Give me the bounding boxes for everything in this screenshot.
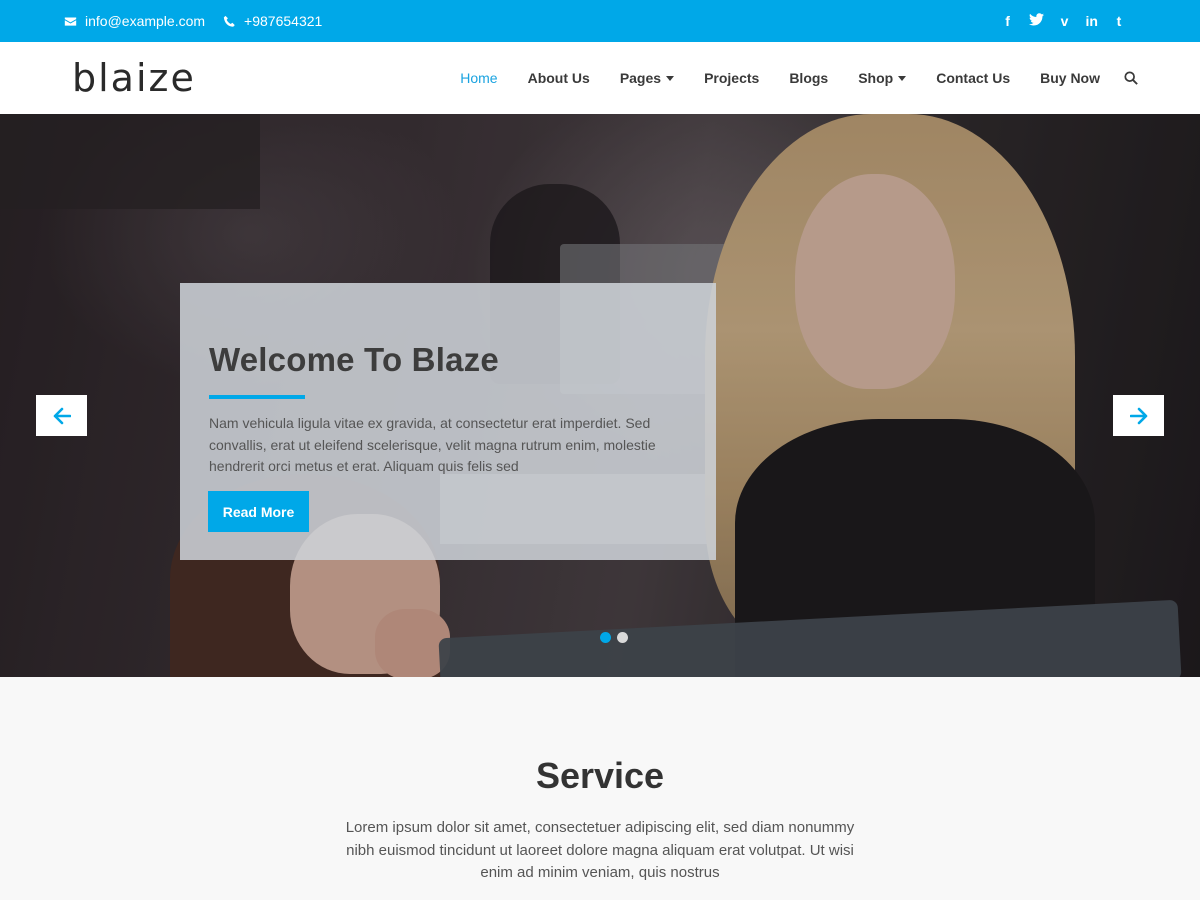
slide-caption: Welcome To Blaze Nam vehicula ligula vit… <box>180 283 716 560</box>
nav-pages[interactable]: Pages <box>619 70 675 86</box>
nav-contact-us[interactable]: Contact Us <box>936 70 1010 86</box>
social-links: f v in t <box>1003 0 1124 42</box>
email-text: info@example.com <box>85 13 206 29</box>
caret-down-icon <box>666 76 675 81</box>
service-heading: Service <box>535 755 665 796</box>
read-more-button[interactable]: Read More <box>208 491 309 532</box>
contact-info: info@example.com +987654321 <box>64 0 322 42</box>
tumblr-icon[interactable]: t <box>1114 13 1124 29</box>
nav-about-us-label: About Us <box>527 70 590 86</box>
phone-text: +987654321 <box>244 13 323 29</box>
phone-icon <box>223 15 235 27</box>
title-underline <box>209 395 305 399</box>
slider-dot-2[interactable] <box>617 632 628 643</box>
vimeo-icon[interactable]: v <box>1060 13 1070 29</box>
nav-home[interactable]: Home <box>460 70 497 86</box>
site-logo[interactable]: blaize <box>72 54 238 104</box>
nav-projects[interactable]: Projects <box>704 70 759 86</box>
phone-contact[interactable]: +987654321 <box>223 13 322 29</box>
nav-buy-now-label: Buy Now <box>1040 70 1100 86</box>
caret-down-icon <box>898 76 907 81</box>
nav-shop[interactable]: Shop <box>858 70 907 86</box>
logo-wordmark: blaize <box>72 59 196 99</box>
facebook-icon[interactable]: f <box>1003 13 1013 29</box>
prev-slide-button[interactable] <box>36 395 87 436</box>
logo-text: blaize <box>72 59 196 99</box>
nav-home-label: Home <box>460 70 498 86</box>
envelope-icon <box>64 16 77 26</box>
service-section: Service Lorem ipsum dolor sit amet, cons… <box>0 677 1200 900</box>
site-header: blaize Home About Us Pages Projects Blog… <box>0 42 1200 114</box>
nav-shop-label: Shop <box>858 70 894 86</box>
slider-dots <box>600 632 628 643</box>
nav-contact-us-label: Contact Us <box>936 70 1011 86</box>
nav-about-us[interactable]: About Us <box>528 70 590 86</box>
service-description: Lorem ipsum dolor sit amet, consectetuer… <box>345 819 855 881</box>
nav-projects-label: Projects <box>704 70 760 86</box>
arrow-left-icon <box>53 407 71 424</box>
arrow-right-icon <box>1129 407 1147 424</box>
search-icon[interactable] <box>1124 71 1138 85</box>
nav-pages-label: Pages <box>619 70 662 86</box>
slider-dot-1[interactable] <box>600 632 611 643</box>
slide-text: Nam vehicula ligula vitae ex gravida, at… <box>209 415 656 474</box>
top-bar: info@example.com +987654321 f v in t <box>0 0 1200 42</box>
nav-blogs-label: Blogs <box>789 70 829 86</box>
next-slide-button[interactable] <box>1113 395 1164 436</box>
email-contact[interactable]: info@example.com <box>64 13 205 29</box>
nav-buy-now[interactable]: Buy Now <box>1040 70 1100 86</box>
main-nav: Home About Us Pages Projects Blogs Shop … <box>430 42 1138 114</box>
linkedin-icon[interactable]: in <box>1086 13 1098 29</box>
slide-title: Welcome To Blaze <box>209 341 499 378</box>
hero-slider: Welcome To Blaze Nam vehicula ligula vit… <box>0 114 1200 677</box>
twitter-icon[interactable] <box>1028 13 1044 29</box>
nav-blogs[interactable]: Blogs <box>789 70 828 86</box>
